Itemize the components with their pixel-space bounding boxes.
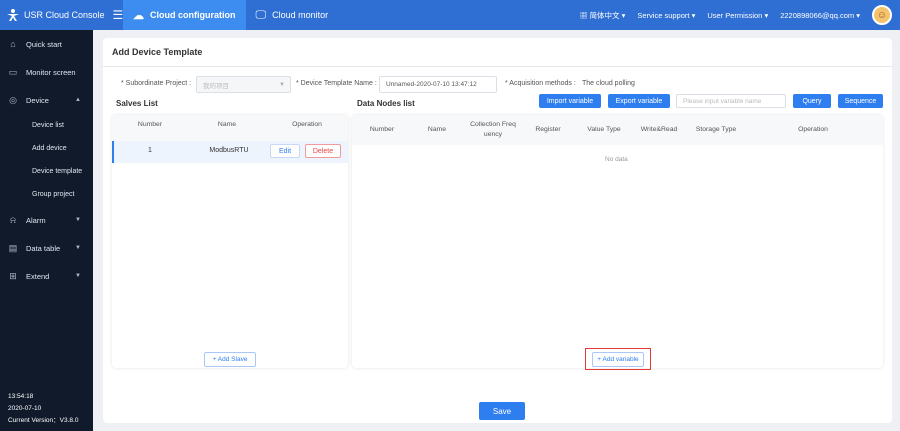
table-icon: ▤ [8,242,18,253]
sidebar-item-label: Quick start [26,39,62,49]
col-operation: Operation [798,126,828,133]
sidebar-subitem-device-list[interactable]: Device list [0,114,93,137]
sidebar-item-label: Device [26,95,49,105]
query-button[interactable]: Query [793,94,831,108]
row-number: 1 [148,147,152,154]
screen-icon: ▭ [8,66,18,77]
device-icon: ◎ [9,94,17,105]
user-permission-menu[interactable]: User Permission ▾ [707,11,768,20]
col-number: Number [137,121,163,128]
account-label: 2220898066@qq.com [780,10,855,20]
col-number: Number [369,126,395,133]
language-icon: ▦ [579,10,590,20]
chevron-down-icon: ▼ [75,273,81,279]
tab-label: Cloud configuration [150,10,236,20]
slaves-table-header: Number Name Operation [112,115,348,141]
sidebar-item-label: Alarm [26,215,46,225]
top-bar: USR Cloud Console ☰ ☁ Cloud configuratio… [0,0,900,30]
add-slave-button[interactable]: + Add Slave [204,352,256,367]
cloud-icon: ☁ [133,9,144,22]
user-permission-label: User Permission [707,10,763,20]
hamburger-icon[interactable]: ☰ [113,8,124,22]
chevron-down-icon: ▼ [279,81,285,88]
home-icon: ⌂ [10,39,16,49]
extend-icon: ⊞ [9,270,17,281]
version-label: Current Version：V3.8.0 [8,417,79,424]
sidebar-item-monitor-screen[interactable]: ▭ Monitor screen [0,58,93,86]
language-select[interactable]: ▦ 简体中文 ▾ [580,10,625,21]
brand: USR Cloud Console ☰ [0,0,123,30]
person-logo-icon [6,7,20,23]
sidebar: ⌂ Quick start ▭ Monitor screen ◎ Device … [0,30,93,431]
sequence-button[interactable]: Sequence [838,94,883,108]
save-button[interactable]: Save [479,402,525,420]
top-right-menu: ▦ 简体中文 ▾ Service support ▾ User Permissi… [580,0,892,30]
col-storage-type: Storage Type [695,126,737,133]
page-title: Add Device Template [112,47,203,57]
sidebar-item-data-table[interactable]: ▤ Data table ▼ [0,234,93,262]
app-title: USR Cloud Console [24,10,105,20]
sidebar-item-quick-start[interactable]: ⌂ Quick start [0,30,93,58]
highlight-box [585,348,651,370]
acquisition-value: The cloud polling [582,80,635,87]
project-value: 我的项目 [203,82,229,90]
col-value-type: Value Type [587,126,621,133]
sidebar-footer: 13:54:18 2020-07-10 Current Version：V3.8… [8,391,78,427]
empty-state: No data [605,156,628,163]
slaves-title: Salves List [116,99,158,108]
sidebar-subitem-group-project[interactable]: Group project [0,183,93,206]
main-panel: Add Device Template * Subordinate Projec… [103,38,892,423]
acquisition-label: * Acquisition methods : [505,80,576,87]
col-name: Name [427,126,447,133]
chevron-down-icon: ▼ [75,217,81,223]
template-form: * Subordinate Project : 我的项目 ▼ * Device … [103,76,892,94]
delete-button[interactable]: Delete [305,144,341,158]
template-name-value: Unnamed-2020-07-10 13:47:12 [386,81,477,88]
service-support-label: Service support [637,10,690,20]
export-variable-button[interactable]: Export variable [608,94,670,108]
data-nodes-card: Number Name Collection Freq uency Regist… [352,115,883,370]
sidebar-subitem-add-device[interactable]: Add device [0,137,93,160]
nodes-table-header: Number Name Collection Freq uency Regist… [352,115,883,145]
template-name-label: * Device Template Name : [296,80,377,87]
col-operation: Operation [292,121,322,128]
project-label: * Subordinate Project : [121,80,192,87]
edit-button[interactable]: Edit [270,144,300,158]
col-register: Register [535,126,561,133]
template-name-input[interactable]: Unnamed-2020-07-10 13:47:12 [379,76,497,93]
monitor-icon: 🖵 [255,8,267,21]
table-row[interactable]: 1 ModbusRTU Edit Delete [112,141,348,163]
language-label: 简体中文 [589,10,620,20]
sidebar-item-label: Monitor screen [26,67,76,77]
clock-time: 13:54:18 [8,393,34,400]
col-name: Name [217,121,237,128]
divider [103,66,892,67]
clock-date: 2020-07-10 [8,405,42,412]
col-write-read: Write&Read [640,126,678,133]
variable-search-input[interactable]: Please input variable name [676,94,786,108]
row-name: ModbusRTU [209,147,249,154]
sidebar-item-extend[interactable]: ⊞ Extend ▼ [0,262,93,290]
data-nodes-title: Data Nodes list [357,99,415,108]
import-variable-button[interactable]: Import variable [539,94,601,108]
tab-cloud-monitor[interactable]: 🖵 Cloud monitor [246,0,339,30]
account-menu[interactable]: 2220898066@qq.com ▾ [780,11,860,20]
sidebar-subitem-device-template[interactable]: Device template [0,160,93,183]
chevron-up-icon: ▲ [75,97,81,103]
sidebar-item-label: Data table [26,243,61,253]
alarm-icon: ⍾ [10,214,16,225]
service-support-menu[interactable]: Service support ▾ [637,11,695,20]
tab-cloud-configuration[interactable]: ☁ Cloud configuration [123,0,246,30]
chevron-down-icon: ▼ [75,245,81,251]
sidebar-item-label: Extend [26,271,50,281]
avatar[interactable]: ☺ [872,5,892,25]
col-collection-frequency: Collection Freq uency [470,121,516,138]
tab-label: Cloud monitor [272,10,329,20]
sidebar-item-alarm[interactable]: ⍾ Alarm ▼ [0,206,93,234]
project-select[interactable]: 我的项目 ▼ [196,76,291,93]
slaves-card: Number Name Operation 1 ModbusRTU Edit D… [112,115,348,368]
sidebar-item-device[interactable]: ◎ Device ▲ [0,86,93,114]
